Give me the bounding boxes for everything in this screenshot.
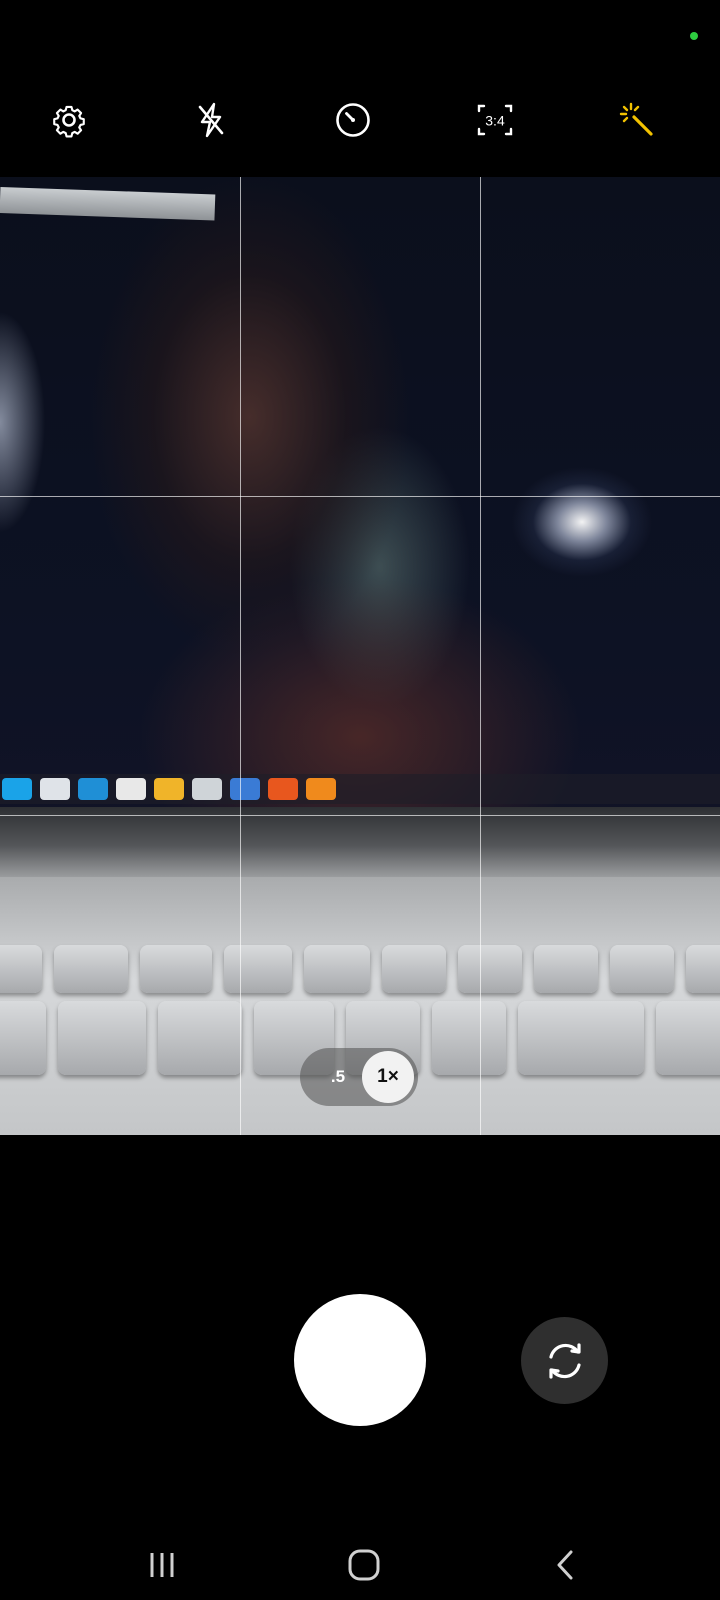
preview-laptop-hinge [0, 807, 720, 877]
grid-line-horizontal-2 [0, 815, 720, 816]
camera-viewfinder[interactable] [0, 177, 720, 1135]
aspect-ratio-button[interactable]: 3:4 [463, 88, 527, 152]
grid-line-vertical-2 [480, 177, 481, 1135]
aspect-ratio-icon: 3:4 [477, 104, 513, 136]
zoom-option-1x[interactable]: 1× [362, 1051, 414, 1103]
preview-taskbar [0, 774, 720, 804]
settings-button[interactable] [37, 88, 101, 152]
home-button[interactable] [324, 1530, 404, 1600]
back-button[interactable] [526, 1530, 606, 1600]
switch-camera-icon [548, 1342, 581, 1379]
grid-line-horizontal-1 [0, 496, 720, 497]
switch-camera-button[interactable] [521, 1317, 608, 1404]
camera-toolbar: 3:4 [0, 88, 720, 152]
timer-icon [336, 103, 370, 137]
aspect-ratio-label: 3:4 [485, 113, 505, 129]
preview-window-edge [0, 187, 216, 221]
recent-apps-button[interactable] [122, 1530, 202, 1600]
recent-apps-icon [150, 1553, 174, 1577]
home-icon [348, 1549, 380, 1581]
shutter-button[interactable] [294, 1294, 426, 1426]
system-navigation-bar [0, 1530, 720, 1600]
gear-icon [53, 105, 85, 138]
camera-in-use-indicator [690, 32, 698, 40]
flash-off-icon [198, 102, 224, 138]
effects-button[interactable] [605, 88, 669, 152]
timer-button[interactable] [321, 88, 385, 152]
back-icon [557, 1550, 573, 1580]
magic-wand-icon [619, 102, 653, 136]
grid-line-vertical-1 [240, 177, 241, 1135]
zoom-option-0-5x[interactable]: .5 [318, 1048, 358, 1106]
flash-button[interactable] [179, 88, 243, 152]
zoom-selector: .5 1× [300, 1048, 418, 1106]
